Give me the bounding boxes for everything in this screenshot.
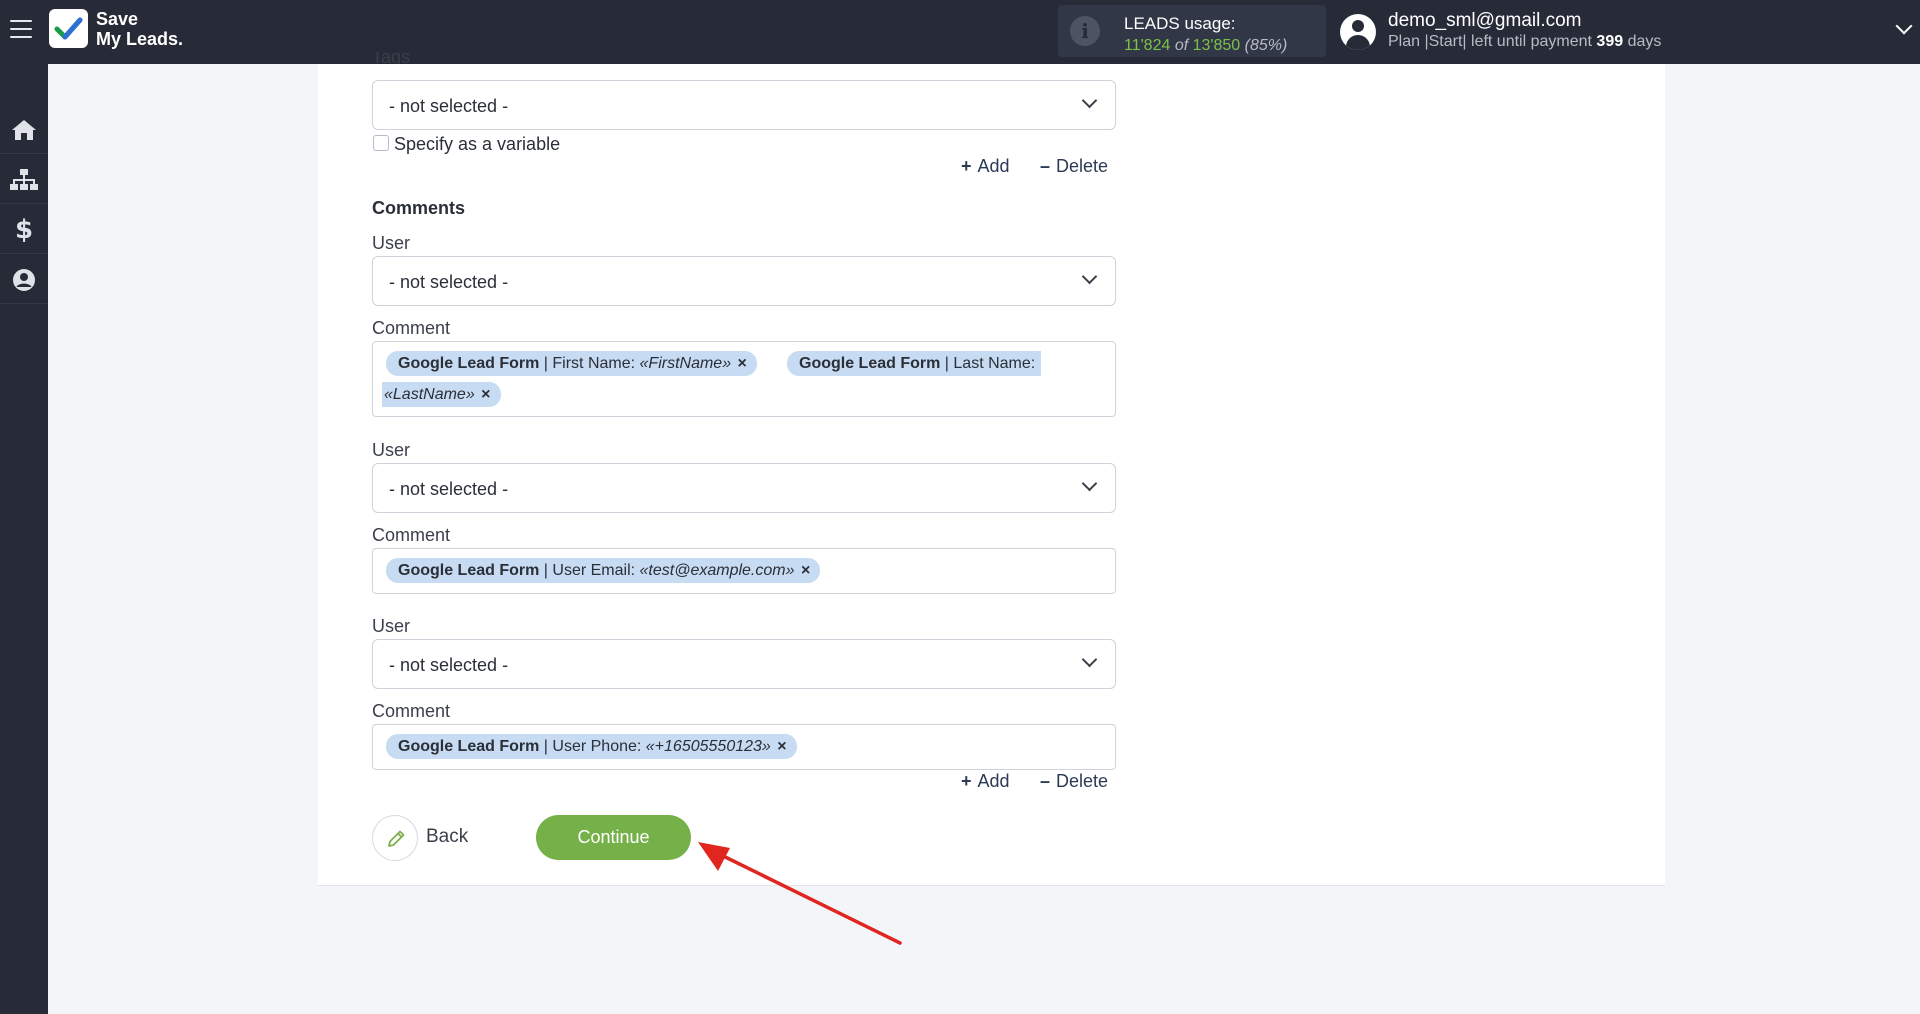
user-select-3-value: - not selected - — [389, 655, 509, 675]
sitemap-icon — [10, 168, 38, 190]
usage-used: 11'824 — [1124, 37, 1171, 54]
annotation-arrow — [698, 842, 902, 945]
tag-value: «FirstName» — [639, 355, 732, 372]
pencil-icon — [388, 830, 405, 847]
user-email[interactable]: demo_sml@gmail.com — [1388, 10, 1582, 32]
comments-add-label: Add — [977, 771, 1010, 791]
usage-total: 13'850 — [1192, 37, 1241, 54]
comment-tag[interactable]: Google Lead Form | Last Name: — [787, 351, 1042, 376]
logo-line-2: My Leads. — [96, 29, 184, 49]
tags-add-label: Add — [977, 156, 1010, 176]
comment-tag[interactable]: Google Lead Form | First Name: «FirstNam… — [386, 351, 757, 376]
usage-of: of — [1174, 37, 1189, 54]
tag-field: | Last Name: — [940, 355, 1036, 372]
user-label-3: User — [372, 616, 411, 636]
tag-field: | First Name: — [539, 355, 640, 372]
usage-title: LEADS usage: — [1124, 14, 1236, 33]
comments-delete-button[interactable]: – Delete — [1040, 771, 1108, 792]
plan-days: 399 — [1596, 33, 1624, 50]
back-button[interactable] — [372, 815, 418, 861]
chevron-down-icon — [1081, 92, 1098, 109]
tag-source: Google Lead Form — [799, 355, 941, 372]
comments-title: Comments — [372, 198, 466, 218]
tags-label: Tags — [372, 52, 411, 64]
specify-variable-label: Specify as a variable — [394, 134, 561, 154]
tag-value: «test@example.com» — [639, 562, 795, 579]
leads-usage-panel: i LEADS usage: 11'824 of 13'850 (85%) — [1058, 5, 1326, 57]
tags-select-value: - not selected - — [389, 96, 509, 116]
comment-tag-continued[interactable]: «LastName» × — [382, 382, 501, 407]
chevron-down-icon — [1081, 268, 1098, 285]
sidebar: $ — [0, 64, 48, 1014]
comment-field-2[interactable]: Google Lead Form | User Email: «test@exa… — [372, 548, 1116, 594]
tag-field: | User Phone: — [539, 738, 646, 755]
user-select-2-value: - not selected - — [389, 479, 509, 499]
user-select-1[interactable]: - not selected - — [372, 256, 1116, 306]
logo-text[interactable]: Save My Leads. — [96, 9, 183, 49]
specify-variable-checkbox[interactable] — [373, 135, 389, 151]
tags-select[interactable]: - not selected - — [372, 80, 1116, 130]
comment-field-3[interactable]: Google Lead Form | User Phone: «+1650555… — [372, 724, 1116, 770]
tag-value: «LastName» — [384, 386, 475, 403]
remove-tag-icon[interactable]: × — [777, 738, 786, 755]
comment-label-1: Comment — [372, 318, 451, 338]
user-plan: Plan |Start| left until payment 399 days — [1388, 33, 1661, 51]
user-label-2: User — [372, 440, 411, 460]
comment-field-1[interactable]: Google Lead Form | First Name: «FirstNam… — [372, 341, 1116, 417]
back-label[interactable]: Back — [426, 826, 468, 848]
top-bar: Save My Leads. i LEADS usage: 11'824 of … — [0, 0, 1920, 64]
sidebar-item-billing[interactable]: $ — [0, 206, 48, 254]
comments-delete-label: Delete — [1056, 771, 1109, 791]
remove-tag-icon[interactable]: × — [738, 355, 747, 372]
user-label-1: User — [372, 233, 411, 253]
user-select-1-value: - not selected - — [389, 272, 509, 292]
comment-label-3: Comment — [372, 701, 451, 721]
plus-icon: + — [961, 156, 972, 176]
comment-tag[interactable]: Google Lead Form | User Email: «test@exa… — [386, 558, 821, 583]
menu-icon[interactable] — [10, 20, 32, 40]
home-icon — [12, 119, 36, 140]
comment-label-2: Comment — [372, 525, 451, 545]
tags-delete-button[interactable]: – Delete — [1040, 156, 1108, 177]
remove-tag-icon[interactable]: × — [481, 386, 490, 403]
user-select-2[interactable]: - not selected - — [372, 463, 1116, 513]
tags-delete-label: Delete — [1056, 156, 1109, 176]
tag-value: «+16505550123» — [645, 738, 771, 755]
comment-tag[interactable]: Google Lead Form | User Phone: «+1650555… — [386, 734, 797, 759]
remove-tag-icon[interactable]: × — [801, 562, 810, 579]
tag-source: Google Lead Form — [398, 738, 540, 755]
tag-field: | User Email: — [539, 562, 640, 579]
tag-source: Google Lead Form — [398, 355, 540, 372]
comments-add-button[interactable]: + Add — [961, 771, 1010, 792]
user-circle-icon — [13, 268, 35, 291]
plus-icon: + — [961, 771, 972, 791]
user-avatar-icon[interactable] — [1340, 14, 1376, 50]
minus-icon: – — [1040, 156, 1051, 176]
chevron-down-icon — [1081, 651, 1098, 668]
chevron-down-icon — [1081, 475, 1098, 492]
plan-days-suffix: days — [1627, 33, 1662, 50]
logo-line-1: Save — [96, 9, 139, 29]
minus-icon: – — [1040, 771, 1051, 791]
sidebar-item-profile[interactable] — [0, 256, 48, 304]
sidebar-item-home[interactable] — [0, 106, 48, 154]
tags-add-button[interactable]: + Add — [961, 156, 1010, 177]
usage-percent: (85%) — [1244, 37, 1288, 54]
continue-button[interactable]: Continue — [536, 815, 691, 860]
plan-prefix: Plan |Start| left until payment — [1388, 33, 1592, 50]
tag-source: Google Lead Form — [398, 562, 540, 579]
user-select-3[interactable]: - not selected - — [372, 639, 1116, 689]
sidebar-item-connections[interactable] — [0, 156, 48, 204]
logo-icon[interactable] — [49, 9, 88, 48]
dollar-icon: $ — [14, 214, 34, 245]
usage-count: 11'824 of 13'850 (85%) — [1124, 37, 1287, 55]
chevron-down-icon[interactable] — [1895, 17, 1913, 35]
info-icon: i — [1070, 16, 1100, 46]
